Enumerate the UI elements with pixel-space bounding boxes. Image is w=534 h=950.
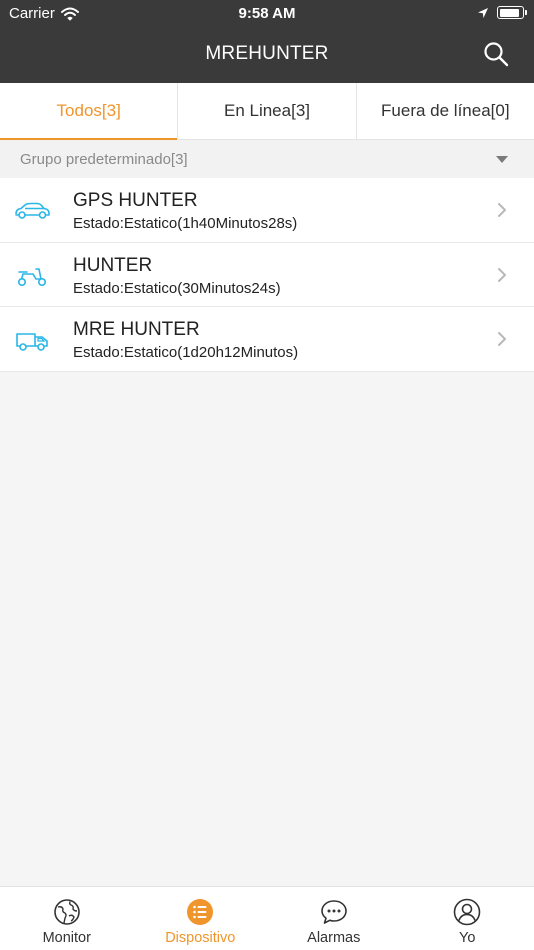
chevron-right-icon	[498, 332, 506, 346]
tab-bar-label: Dispositivo	[165, 930, 236, 946]
tab-bar-alarmas[interactable]: Alarmas	[267, 887, 401, 950]
device-status: Estado:Estatico(1d20h12Minutos)	[73, 344, 299, 361]
car-icon	[15, 202, 50, 219]
filter-tabs: Todos[3] En Linea[3] Fuera de línea[0]	[0, 83, 534, 140]
list-icon	[187, 899, 214, 925]
tab-bar-dispositivo[interactable]: Dispositivo	[134, 887, 268, 950]
status-right	[477, 6, 527, 19]
device-name: GPS HUNTER	[73, 190, 198, 211]
dropdown-caret-icon	[496, 156, 508, 163]
tab-bar-yo[interactable]: Yo	[401, 887, 534, 950]
device-name: HUNTER	[73, 254, 153, 276]
device-name: MRE HUNTER	[73, 319, 200, 340]
status-time: 9:58 AM	[238, 5, 296, 22]
tab-bar-label: Alarmas	[307, 930, 361, 946]
tab-bar-label: Yo	[459, 930, 476, 946]
status-bar: Carrier 9:58 AM	[0, 0, 534, 28]
page-title: MREHUNTER	[205, 43, 329, 64]
tab-todos[interactable]: Todos[3]	[0, 83, 179, 140]
battery-fill	[499, 8, 520, 17]
globe-icon	[53, 899, 80, 925]
tab-en-linea[interactable]: En Linea[3]	[178, 83, 357, 139]
top-bar: Carrier 9:58 AM MREHUNTER	[0, 0, 534, 83]
device-row-hunter[interactable]: HUNTER Estado:Estatico(30Minutos24s)	[0, 243, 534, 307]
device-row-mre-hunter[interactable]: MRE HUNTER Estado:Estatico(1d20h12Minuto…	[0, 307, 534, 372]
device-row-gps-hunter[interactable]: GPS HUNTER Estado:Estatico(1h40Minutos28…	[0, 178, 534, 243]
search-icon[interactable]	[482, 40, 510, 68]
bottom-tab-bar: Monitor Dispositivo Alarmas Yo	[0, 886, 534, 950]
device-list: GPS HUNTER Estado:Estatico(1h40Minutos28…	[0, 178, 534, 372]
battery-icon	[497, 6, 527, 19]
tab-fuera-de-linea[interactable]: Fuera de línea[0]	[357, 83, 534, 139]
tab-bar-monitor[interactable]: Monitor	[0, 887, 134, 950]
chat-bubble-icon	[320, 900, 347, 924]
chevron-right-icon	[498, 267, 506, 282]
user-icon	[453, 898, 481, 926]
tab-bar-label: Monitor	[42, 930, 91, 946]
truck-icon	[16, 333, 48, 351]
device-status: Estado:Estatico(30Minutos24s)	[73, 279, 281, 297]
scooter-icon	[18, 267, 46, 286]
location-arrow-icon	[478, 7, 488, 18]
chevron-right-icon	[498, 203, 506, 217]
group-label: Grupo predeterminado[3]	[20, 150, 188, 168]
device-status: Estado:Estatico(1h40Minutos28s)	[73, 215, 298, 232]
group-header[interactable]: Grupo predeterminado[3]	[0, 140, 534, 178]
